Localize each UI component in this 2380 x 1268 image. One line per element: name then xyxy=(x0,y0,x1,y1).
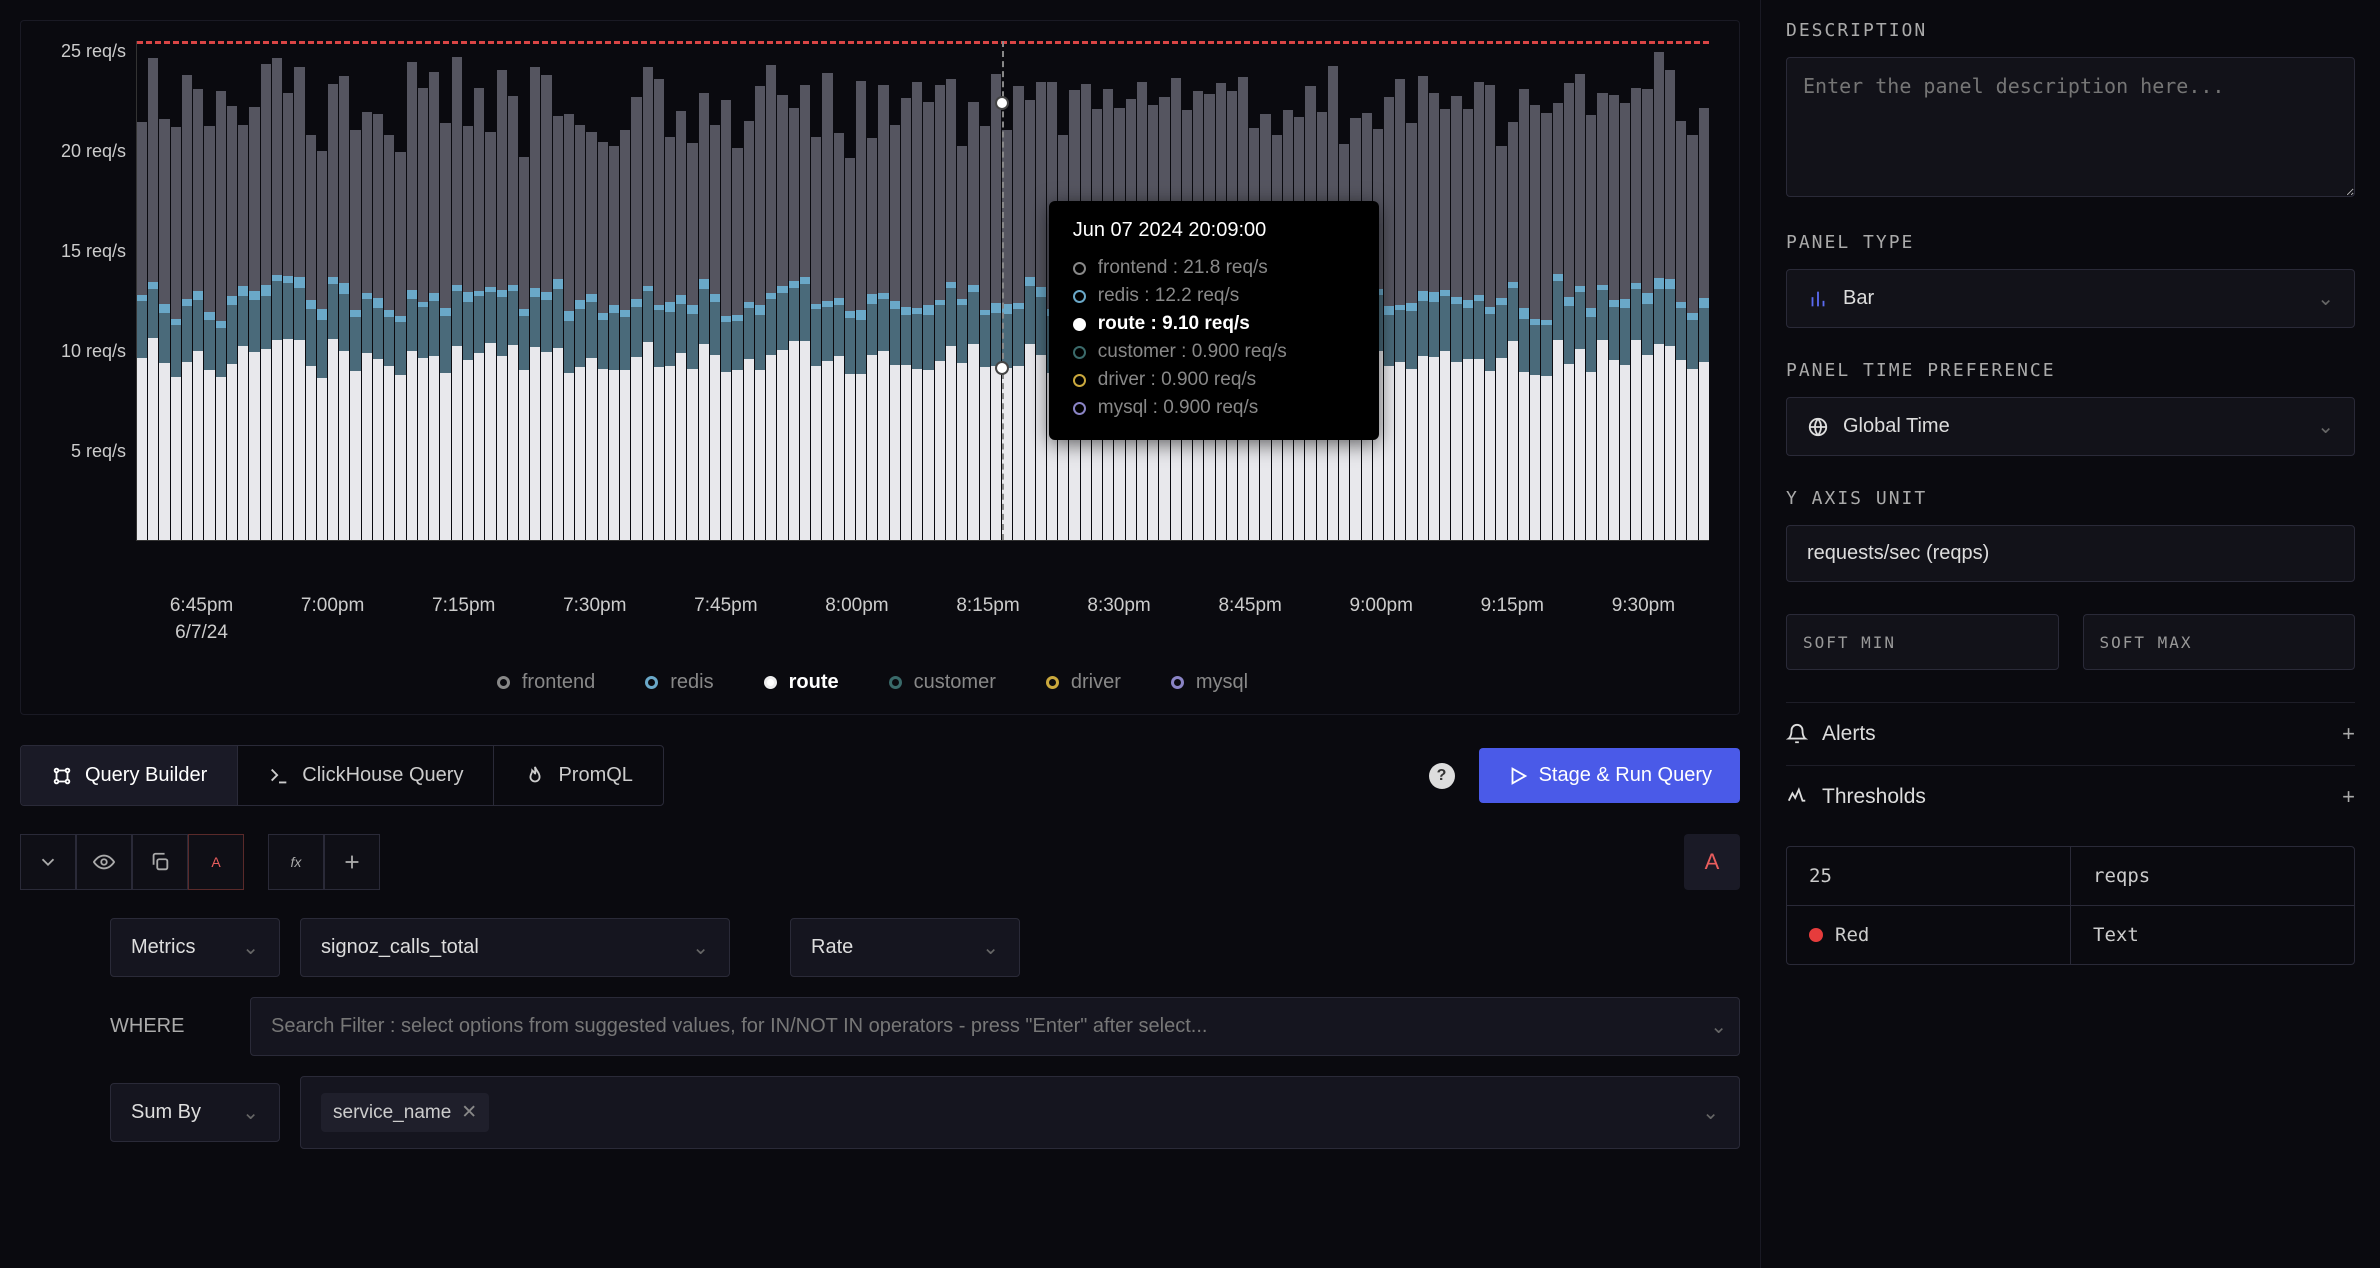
legend-item-customer[interactable]: customer xyxy=(889,671,996,694)
threshold-value-cell[interactable]: 25 xyxy=(1787,847,2071,905)
chevron-down-icon xyxy=(37,851,59,873)
flame-icon xyxy=(524,765,546,787)
soft-max-input[interactable]: SOFT MAX xyxy=(2083,614,2356,670)
legend-item-driver[interactable]: driver xyxy=(1046,671,1121,694)
panel-type-label: PANEL TYPE xyxy=(1786,232,2355,253)
chart-legend: frontend redis route customer driver mysql xyxy=(36,646,1709,694)
add-alert-button[interactable]: + xyxy=(2342,721,2355,747)
where-filter-input[interactable]: Search Filter : select options from sugg… xyxy=(250,997,1740,1056)
crosshair-dot-active xyxy=(995,361,1009,375)
threshold-color-cell[interactable]: Red xyxy=(1787,906,2071,964)
panel-type-select[interactable]: Bar ⌄ xyxy=(1786,269,2355,328)
sumby-select[interactable]: Sum By⌄ xyxy=(110,1083,280,1142)
sumby-tags-input[interactable]: service_name✕ ⌄ xyxy=(300,1076,1740,1149)
globe-icon xyxy=(1807,416,1829,438)
stage-run-button[interactable]: Stage & Run Query xyxy=(1479,748,1740,803)
chart-tooltip: Jun 07 2024 20:09:00 frontend : 21.8 req… xyxy=(1049,201,1379,440)
crosshair-dot xyxy=(995,96,1009,110)
time-pref-label: PANEL TIME PREFERENCE xyxy=(1786,360,2355,381)
add-threshold-button[interactable]: + xyxy=(2342,784,2355,810)
legend-item-route[interactable]: route xyxy=(764,671,839,694)
soft-min-input[interactable]: SOFT MIN xyxy=(1786,614,2059,670)
metric-select[interactable]: signoz_calls_total⌄ xyxy=(300,918,730,977)
threshold-format-cell[interactable]: Text xyxy=(2071,906,2354,964)
y-axis: 25 req/s 20 req/s 15 req/s 10 req/s 5 re… xyxy=(36,41,136,541)
help-icon[interactable]: ? xyxy=(1429,763,1455,789)
crosshair xyxy=(1002,41,1004,540)
tab-clickhouse[interactable]: ClickHouse Query xyxy=(238,746,494,805)
chart-panel: 25 req/s 20 req/s 15 req/s 10 req/s 5 re… xyxy=(20,20,1740,715)
y-axis-unit-input[interactable] xyxy=(1786,525,2355,582)
y-axis-unit-label: Y AXIS UNIT xyxy=(1786,488,2355,509)
x-axis: 6:45pm6/7/247:00pm7:15pm7:30pm7:45pm8:00… xyxy=(36,581,1709,646)
bar-chart-icon xyxy=(1807,288,1829,310)
builder-icon xyxy=(51,765,73,787)
query-letter-badge[interactable]: A xyxy=(188,834,244,890)
description-label: DESCRIPTION xyxy=(1786,20,2355,41)
visibility-toggle[interactable] xyxy=(76,834,132,890)
thresholds-section-toggle[interactable]: Thresholds + xyxy=(1786,765,2355,828)
copy-icon xyxy=(149,851,171,873)
add-query-button[interactable] xyxy=(324,834,380,890)
duplicate-button[interactable] xyxy=(132,834,188,890)
source-select[interactable]: Metrics⌄ xyxy=(110,918,280,977)
red-dot-icon xyxy=(1809,928,1823,942)
bell-icon xyxy=(1786,723,1808,745)
close-icon[interactable]: ✕ xyxy=(461,1101,477,1124)
chart-plot[interactable]: Jun 07 2024 20:09:00 frontend : 21.8 req… xyxy=(136,41,1709,541)
legend-item-frontend[interactable]: frontend xyxy=(497,671,595,694)
sumby-tag[interactable]: service_name✕ xyxy=(321,1093,489,1132)
threshold-unit-cell[interactable]: reqps xyxy=(2071,847,2354,905)
legend-item-mysql[interactable]: mysql xyxy=(1171,671,1248,694)
plus-icon xyxy=(341,851,363,873)
play-icon xyxy=(1507,765,1529,787)
threshold-icon xyxy=(1786,786,1808,808)
time-pref-select[interactable]: Global Time ⌄ xyxy=(1786,397,2355,456)
tab-query-builder[interactable]: Query Builder xyxy=(21,746,238,805)
alerts-section-toggle[interactable]: Alerts + xyxy=(1786,702,2355,765)
query-tabs: Query Builder ClickHouse Query PromQL xyxy=(20,745,664,806)
threshold-config: 25 reqps Red Text xyxy=(1786,846,2355,965)
eye-icon xyxy=(93,851,115,873)
aggregation-select[interactable]: Rate⌄ xyxy=(790,918,1020,977)
legend-item-redis[interactable]: redis xyxy=(645,671,713,694)
query-badge-right[interactable]: A xyxy=(1684,834,1740,890)
tab-promql[interactable]: PromQL xyxy=(494,746,662,805)
terminal-icon xyxy=(268,765,290,787)
collapse-toggle[interactable] xyxy=(20,834,76,890)
description-input[interactable] xyxy=(1786,57,2355,197)
where-label: WHERE xyxy=(110,1015,230,1038)
function-button[interactable]: fx xyxy=(268,834,324,890)
